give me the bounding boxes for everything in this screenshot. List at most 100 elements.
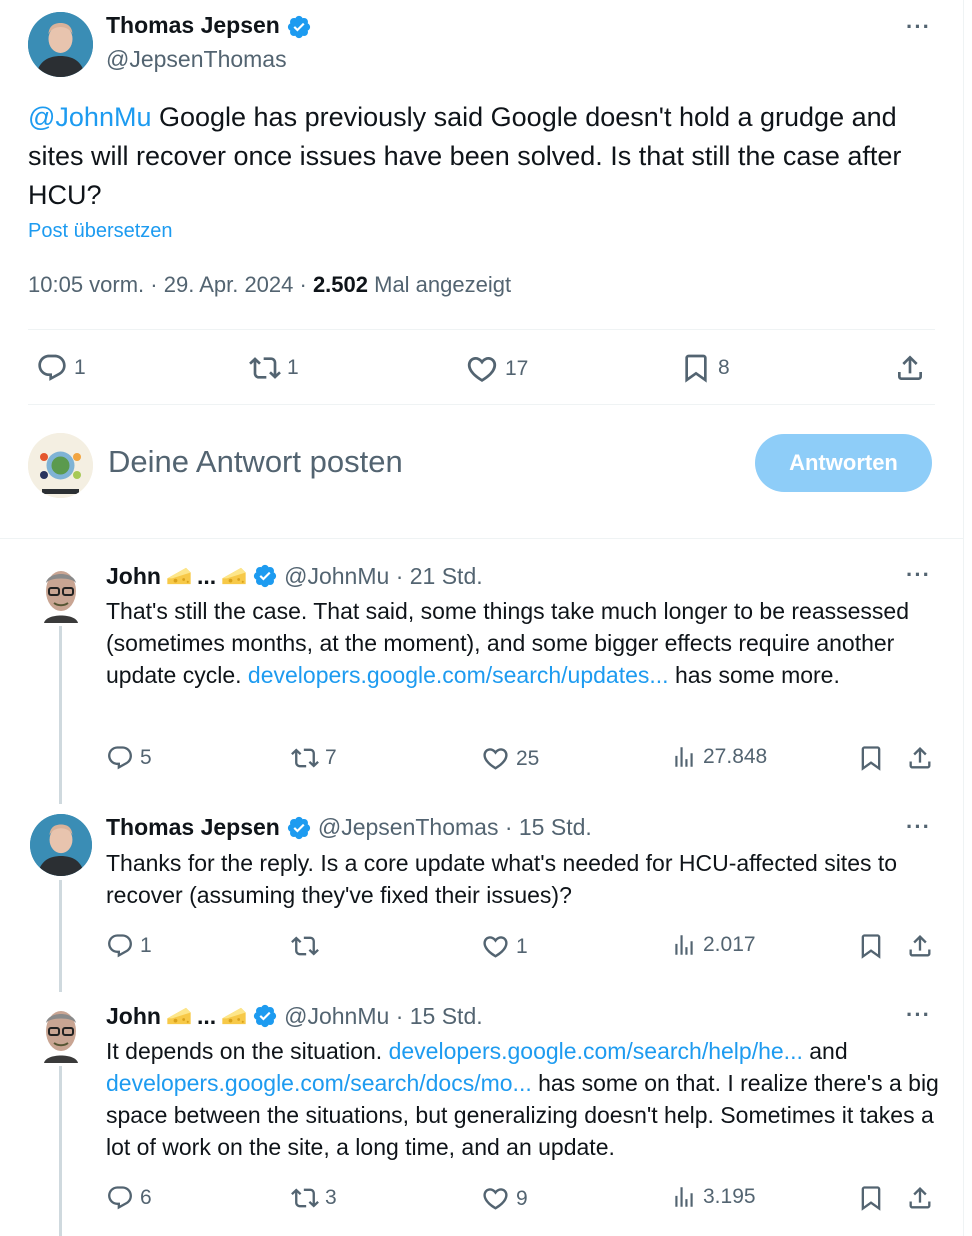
reply-header: John ... @JohnMu · 21 Std. (106, 562, 483, 590)
repost-button[interactable]: 3 (291, 1184, 337, 1212)
more-options-icon[interactable]: ··· (906, 14, 931, 40)
reply-button[interactable]: 1 (106, 932, 152, 960)
reply-count: 1 (140, 934, 152, 957)
mention-link[interactable]: @JohnMu (28, 102, 151, 132)
reply-text: Thanks for the reply. Is a core update w… (106, 847, 946, 911)
thread-line (59, 880, 62, 992)
more-options-icon[interactable]: ··· (906, 562, 931, 588)
bookmark-count: 8 (718, 356, 730, 379)
bookmark-icon (861, 1186, 881, 1211)
author-name-text[interactable]: Thomas Jepsen (106, 12, 280, 38)
reply-count: 5 (140, 746, 152, 769)
like-count: 9 (516, 1186, 528, 1210)
own-avatar[interactable] (28, 433, 93, 498)
bookmark-button[interactable] (857, 744, 885, 772)
reply-button[interactable]: 1 (36, 352, 86, 384)
tweet-meta: 10:05 vorm. · 29. Apr. 2024 · 2.502 Mal … (28, 272, 511, 298)
like-count: 17 (505, 357, 529, 380)
views-button[interactable]: 27.848 (671, 744, 767, 770)
heart-icon (483, 936, 508, 958)
author-avatar[interactable] (28, 12, 93, 77)
reply-link[interactable]: developers.google.com/search/updates... (248, 662, 669, 688)
reply-input[interactable]: Deine Antwort posten (108, 444, 403, 480)
reply-link[interactable]: developers.google.com/search/docs/mo... (106, 1070, 532, 1096)
verified-icon (254, 1004, 277, 1028)
like-button[interactable]: 1 (481, 932, 528, 961)
reply-author-name[interactable]: John (106, 563, 161, 590)
translate-link[interactable]: Post übersetzen (28, 220, 173, 243)
repost-button[interactable]: 7 (291, 744, 337, 772)
reply-handle-time[interactable]: @JohnMu · 21 Std. (284, 563, 483, 590)
views-icon (675, 1187, 693, 1207)
reply-author-name[interactable]: Thomas Jepsen (106, 814, 280, 841)
tweet-thread: Thomas Jepsen @JepsenThomas ··· @JohnMu … (0, 0, 964, 1236)
cheese-icon (222, 1007, 246, 1025)
bookmark-button[interactable] (857, 932, 885, 960)
share-icon (898, 355, 922, 380)
more-options-icon[interactable]: ··· (906, 814, 931, 840)
reply-icon (108, 746, 132, 770)
name-separator: ... (196, 562, 217, 589)
reply-body: It depends on the situation. (106, 1038, 389, 1064)
reply-avatar[interactable] (38, 563, 84, 623)
reply-link[interactable]: developers.google.com/search/help/he... (389, 1038, 803, 1064)
reply-icon (108, 934, 132, 958)
share-button[interactable] (906, 932, 934, 960)
more-options-icon[interactable]: ··· (906, 1002, 931, 1028)
cheese-icon (167, 567, 191, 585)
cheese-icon (222, 567, 246, 585)
share-button[interactable] (906, 744, 934, 772)
reply-button[interactable]: 5 (106, 744, 152, 772)
reply-body: has some more. (668, 662, 840, 688)
reply-body: Thanks for the reply. Is a core update w… (106, 850, 898, 908)
reply-header: John ... @JohnMu · 15 Std. (106, 1002, 483, 1030)
reply-author-name[interactable]: John (106, 1003, 161, 1030)
reply-submit-button[interactable]: Antworten (755, 434, 932, 492)
divider (28, 329, 935, 330)
reply-header: Thomas Jepsen @JepsenThomas · 15 Std. (106, 814, 592, 841)
reply-icon (108, 1186, 132, 1210)
view-count: 27.848 (703, 745, 768, 768)
reply-count: 6 (140, 1186, 152, 1209)
divider (28, 404, 935, 405)
author-handle[interactable]: @JepsenThomas (106, 46, 287, 73)
reply-avatar[interactable] (38, 1003, 84, 1063)
repost-count: 3 (325, 1186, 337, 1209)
author-name[interactable]: Thomas Jepsen (106, 12, 312, 40)
bookmark-button[interactable] (857, 1184, 885, 1212)
reply-body: and (802, 1038, 848, 1064)
reply-handle-time[interactable]: @JepsenThomas · 15 Std. (318, 814, 592, 841)
views-icon (675, 747, 693, 767)
reply-button[interactable]: 6 (106, 1184, 152, 1212)
tweet-text: @JohnMu Google has previously said Googl… (28, 98, 943, 215)
share-icon (909, 747, 931, 769)
reply-count: 1 (74, 356, 86, 379)
thread-line (59, 1066, 62, 1236)
reply-handle-time[interactable]: @JohnMu · 15 Std. (284, 1003, 483, 1030)
like-button[interactable]: 25 (481, 744, 539, 773)
repost-button[interactable]: 1 (249, 352, 299, 384)
tweet-timestamp[interactable]: 10:05 vorm. · 29. Apr. 2024 · (28, 272, 313, 297)
repost-icon (291, 936, 319, 956)
reply-avatar[interactable] (30, 814, 92, 876)
view-count: 2.502 (312, 272, 368, 297)
share-button[interactable] (894, 352, 926, 384)
thread-line (59, 626, 62, 804)
view-count: 3.195 (703, 1185, 756, 1208)
bookmark-icon (685, 354, 707, 383)
view-count-label: Mal angezeigt (368, 272, 512, 297)
repost-button[interactable] (291, 932, 319, 960)
name-separator: ... (196, 1002, 217, 1029)
heart-icon (483, 1188, 508, 1210)
cheese-icon (167, 1007, 191, 1025)
section-divider (0, 538, 964, 539)
like-button[interactable]: 9 (481, 1184, 528, 1213)
like-button[interactable]: 17 (465, 352, 528, 386)
views-button[interactable]: 3.195 (671, 1184, 756, 1210)
reply-icon (38, 354, 66, 381)
bookmark-button[interactable]: 8 (680, 352, 730, 384)
repost-icon (249, 357, 281, 379)
views-button[interactable]: 2.017 (671, 932, 756, 958)
bookmark-icon (861, 746, 881, 771)
share-button[interactable] (906, 1184, 934, 1212)
